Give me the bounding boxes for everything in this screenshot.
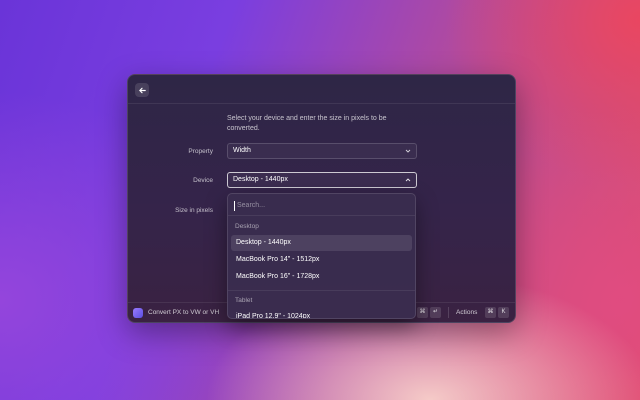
dropdown-search-input[interactable]: Search... [234,200,404,212]
dropdown-option[interactable]: MacBook Pro 14" - 1512px [231,252,412,268]
device-select[interactable]: Desktop - 1440px [227,172,417,188]
app-title: Convert PX to VW or VH [148,309,220,316]
arrow-left-icon [138,87,146,93]
search-divider [228,215,415,216]
dropdown-option[interactable]: iPad Pro 12.9" - 1024px [231,309,412,318]
group-header-tablet: Tablet [235,297,253,304]
header-divider [128,103,515,104]
group-header-desktop: Desktop [235,223,259,230]
command-key-icon: ⌘ [485,307,496,318]
property-select[interactable]: Width [227,143,417,159]
property-value: Width [233,147,251,154]
actions-button[interactable]: Actions [456,309,477,316]
enter-key-icon: ↵ [430,307,441,318]
footer-divider [448,307,449,318]
dropdown-option[interactable]: MacBook Pro 16" - 1728px [231,269,412,285]
device-dropdown: Search... Desktop Desktop - 1440px MacBo… [227,193,416,319]
device-value: Desktop - 1440px [233,176,288,183]
dropdown-option[interactable]: Desktop - 1440px [231,235,412,251]
extension-icon [133,308,143,318]
chevron-up-icon [405,178,411,182]
device-label: Device [193,177,213,184]
k-key-icon: K [498,307,509,318]
form-description: Select your device and enter the size in… [227,115,387,132]
search-placeholder: Search... [237,202,266,209]
property-label: Property [188,148,213,155]
text-caret [234,201,235,211]
back-button[interactable] [135,83,149,97]
chevron-down-icon [405,149,411,153]
size-label: Size in pixels [175,207,213,214]
command-key-icon: ⌘ [417,307,428,318]
group-divider [228,290,415,291]
